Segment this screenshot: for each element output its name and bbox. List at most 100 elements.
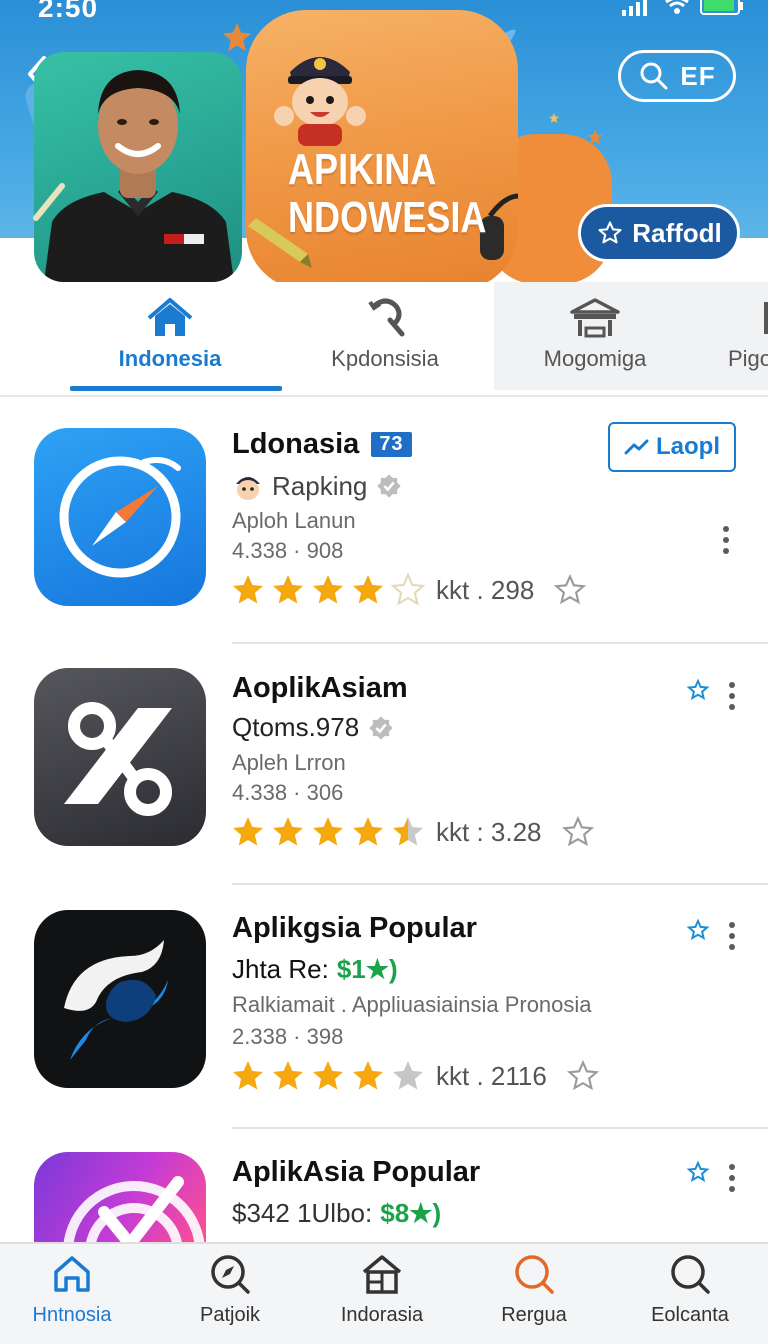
app-price: Jhta Re: $1★) — [232, 954, 398, 985]
status-time: 2:50 — [38, 0, 99, 23]
tab-mogomiga[interactable]: Mogomiga — [526, 296, 664, 392]
more-options-button[interactable] — [721, 526, 731, 554]
app-developer-name: Qtoms.978 — [232, 712, 360, 742]
tab-pigo[interactable]: Pigo — [722, 296, 768, 392]
bookmark-star-icon[interactable] — [686, 1160, 710, 1184]
rating-text: kkt . 298 — [436, 574, 535, 605]
search-icon — [640, 62, 668, 90]
hero-title-line2: NDOWESIA — [288, 193, 487, 242]
app-price-label: Jhta Re: — [232, 954, 329, 984]
app-subtitle: Ralkiamait . Appliuasiainsia Pronosia — [232, 992, 592, 1017]
star-gray-icon — [393, 1061, 423, 1090]
nav-item-home[interactable]: Hntnosia — [2, 1252, 142, 1327]
app-title: Aplikgsia Popular — [232, 912, 477, 944]
compass-search-icon — [211, 1255, 250, 1294]
partial-icon — [764, 302, 768, 334]
tab-label: Mogomiga — [543, 346, 647, 371]
star-filled-icon — [313, 817, 343, 846]
tab-label: Pigo — [728, 346, 768, 371]
app-developer: Rapking — [232, 470, 403, 502]
app-price-value: $1★) — [336, 954, 398, 984]
favorite-star-icon[interactable] — [560, 814, 596, 850]
star-filled-icon — [313, 575, 343, 604]
nav-item-rergua[interactable]: Rergua — [464, 1252, 604, 1327]
app-title-text: Ldonasia — [232, 428, 360, 460]
star-outline-icon — [598, 221, 622, 244]
nav-label: Hntnosia — [32, 1304, 112, 1326]
verified-icon — [369, 715, 393, 740]
rating-stars: kkt . 2116 — [230, 1058, 601, 1094]
home-icon — [147, 298, 193, 336]
trend-up-icon — [624, 439, 649, 455]
temple-icon — [570, 298, 620, 338]
search-button[interactable]: EF — [618, 50, 736, 102]
nav-label: Indorasia — [340, 1304, 424, 1326]
nav-item-eolcanta[interactable]: Eolcanta — [620, 1252, 760, 1327]
row-divider — [232, 642, 768, 644]
verified-icon — [377, 474, 402, 498]
tab-indonesia[interactable]: Indonesia — [94, 296, 246, 392]
nav-label: Eolcanta — [651, 1304, 729, 1326]
star-filled-icon — [233, 575, 263, 604]
favorite-star-icon[interactable] — [565, 1058, 601, 1094]
hero-title: APIKINA NDOWESIA — [288, 146, 486, 242]
app-icon-compass — [34, 428, 206, 606]
bookmark-star-icon[interactable] — [686, 918, 710, 942]
app-badge: 73 — [371, 432, 412, 457]
app-title: AplikAsia Popular — [232, 1156, 481, 1188]
hero-title-line1: APIKINA — [288, 145, 437, 194]
row-divider — [232, 883, 768, 885]
rating-stars: kkt : 3.28 — [230, 814, 596, 850]
person-illustration — [44, 70, 234, 282]
nav-label: Patjoik — [199, 1304, 261, 1326]
avatar-icon — [236, 477, 260, 500]
app-developer: Qtoms.978 — [232, 712, 395, 743]
compass-icon — [59, 456, 181, 578]
star-filled-icon — [233, 1061, 263, 1090]
laopl-button[interactable]: Laopl — [608, 422, 736, 472]
app-subtitle: Aploh Lanun — [232, 508, 356, 533]
nav-label: Rergua — [501, 1304, 567, 1326]
raffodl-button[interactable]: Raffodl — [578, 204, 740, 262]
tab-kpdonsisia[interactable]: Kpdonsisia — [316, 296, 454, 392]
more-options-button[interactable] — [727, 1164, 737, 1192]
more-options-button[interactable] — [727, 922, 737, 950]
active-tab-indicator — [70, 386, 282, 391]
more-options-button[interactable] — [727, 682, 737, 710]
row-divider — [232, 1127, 768, 1129]
favorite-star-icon[interactable] — [552, 572, 588, 608]
mascot-icon — [274, 57, 366, 146]
star-filled-icon — [273, 575, 303, 604]
check-circle-icon — [63, 1176, 205, 1244]
status-icons — [620, 0, 744, 18]
search-button-label: EF — [680, 60, 716, 91]
app-meta: 4.338 · 908 — [232, 538, 344, 563]
star-filled-icon — [233, 817, 263, 846]
raffodl-button-label: Raffodl — [632, 217, 722, 248]
hero-photo-card — [34, 52, 242, 282]
app-meta: 4.338 · 306 — [232, 780, 344, 805]
star-filled-icon — [273, 1061, 303, 1090]
rating-text: kkt : 3.28 — [436, 816, 542, 847]
tab-label: Indonesia — [118, 346, 222, 371]
search-icon — [671, 1255, 710, 1294]
app-price-value: $8★) — [380, 1198, 442, 1228]
house-grid-icon — [362, 1255, 402, 1294]
app-title: Ldonasia 73 — [232, 428, 412, 461]
app-icon-gradient — [34, 1152, 206, 1244]
search-icon — [515, 1255, 554, 1294]
rating-stars: kkt . 298 — [230, 572, 588, 608]
tabs-divider — [0, 395, 768, 397]
app-price: $342 1Ulbo: $8★) — [232, 1198, 441, 1229]
star-filled-icon — [313, 1061, 343, 1090]
rating-text: kkt . 2116 — [436, 1060, 547, 1091]
app-icon-swirl — [34, 910, 206, 1088]
nav-item-patjoik[interactable]: Patjoik — [160, 1252, 300, 1327]
star-empty-icon — [390, 572, 426, 606]
sword-decoration-icon — [33, 183, 65, 221]
wifi-icon — [665, 0, 689, 14]
home-icon — [54, 1256, 90, 1292]
nav-item-indorasia[interactable]: Indorasia — [312, 1252, 452, 1327]
app-developer-name: Rapking — [272, 470, 368, 501]
bookmark-star-icon[interactable] — [686, 678, 710, 702]
